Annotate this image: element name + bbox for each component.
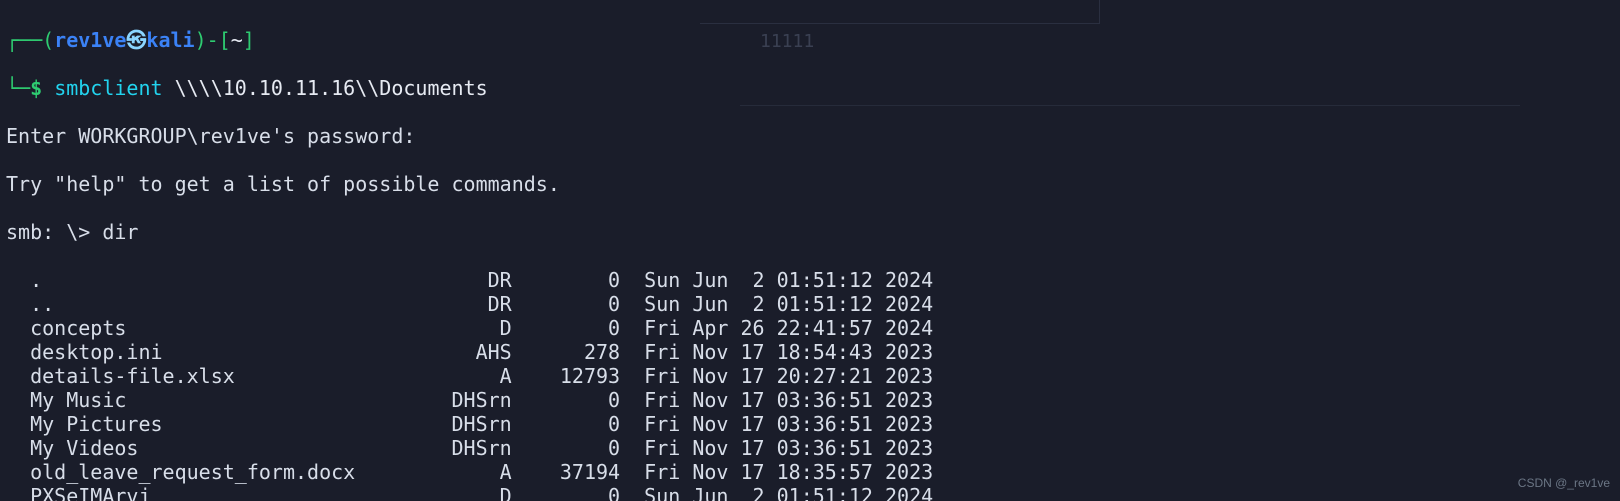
- dir-row: My Music DHSrn 0 Fri Nov 17 03:36:51 202…: [6, 388, 1614, 412]
- background-tab-outline: [700, 0, 1100, 24]
- command-args: \\\\10.10.11.16\\Documents: [163, 76, 488, 100]
- dir-listing: . DR 0 Sun Jun 2 01:51:12 2024 .. DR 0 S…: [6, 268, 1614, 501]
- password-prompt: Enter WORKGROUP\rev1ve's password:: [6, 124, 1614, 148]
- help-hint: Try "help" to get a list of possible com…: [6, 172, 1614, 196]
- dir-row: My Pictures DHSrn 0 Fri Nov 17 03:36:51 …: [6, 412, 1614, 436]
- command-name: smbclient: [54, 76, 162, 100]
- dir-row: My Videos DHSrn 0 Fri Nov 17 03:36:51 20…: [6, 436, 1614, 460]
- watermark: CSDN @_rev1ve: [1518, 471, 1610, 495]
- background-panel-outline: [740, 70, 1520, 106]
- dir-row: desktop.ini AHS 278 Fri Nov 17 18:54:43 …: [6, 340, 1614, 364]
- dir-row: concepts D 0 Fri Apr 26 22:41:57 2024: [6, 316, 1614, 340]
- dir-row: details-file.xlsx A 12793 Fri Nov 17 20:…: [6, 364, 1614, 388]
- dir-row: . DR 0 Sun Jun 2 01:51:12 2024: [6, 268, 1614, 292]
- dir-row: .. DR 0 Sun Jun 2 01:51:12 2024: [6, 292, 1614, 316]
- dir-row: PXSeIMArvj D 0 Sun Jun 2 01:51:12 2024: [6, 484, 1614, 501]
- background-tab-text: 11111: [760, 30, 814, 54]
- dir-row: old_leave_request_form.docx A 37194 Fri …: [6, 460, 1614, 484]
- smb-dir-line: smb: \> dir: [6, 220, 1614, 244]
